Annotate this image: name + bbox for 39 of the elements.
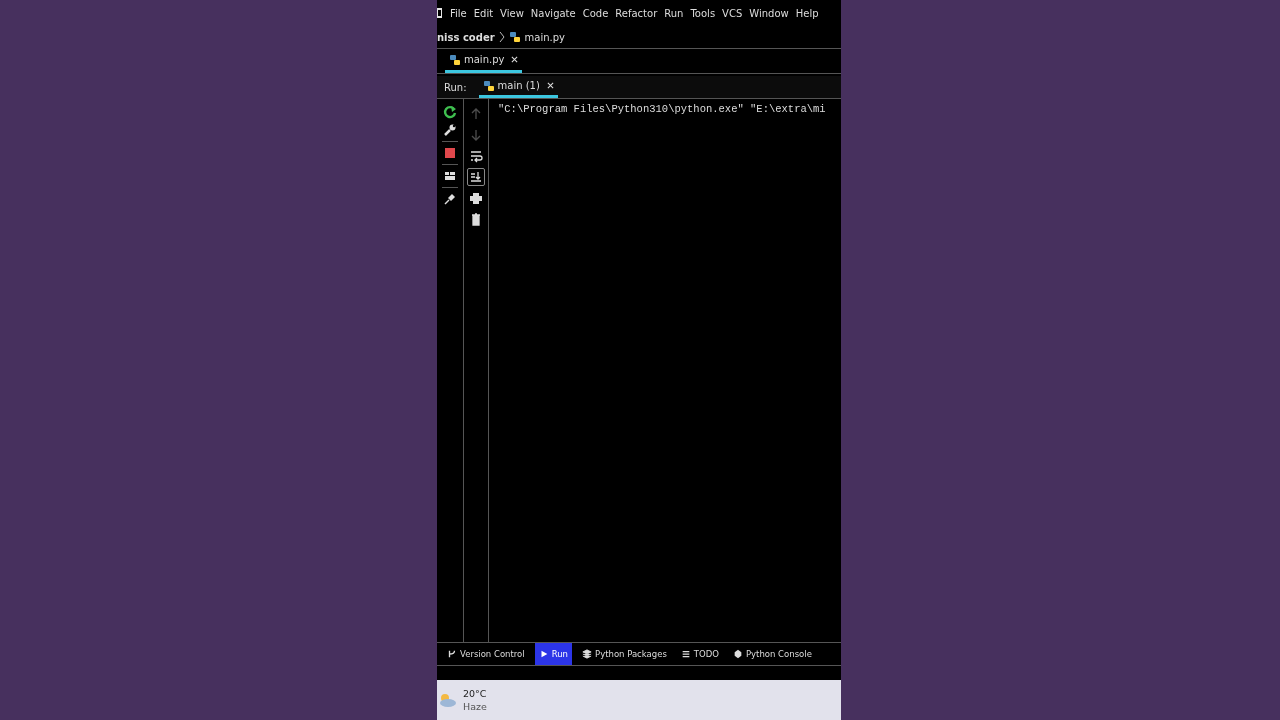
menu-item[interactable]: VCS	[722, 7, 743, 19]
chevron-icon	[498, 31, 505, 43]
layout-icon[interactable]	[443, 169, 457, 183]
editor-tab[interactable]: main.py	[445, 49, 523, 73]
wrench-icon[interactable]	[443, 123, 457, 137]
app-icon[interactable]	[437, 7, 443, 19]
menu-item[interactable]: Window	[749, 7, 789, 19]
tool-window-tab[interactable]: TODO	[676, 643, 723, 665]
console-line: "C:\Program Files\Python310\python.exe" "E:\extra\mi	[498, 103, 827, 115]
temperature: 20°C	[463, 688, 487, 699]
list-icon	[680, 649, 691, 659]
close-icon[interactable]	[511, 56, 519, 63]
menu-item[interactable]: Edit	[473, 7, 494, 19]
menu-item[interactable]: File	[450, 7, 467, 19]
menu-item[interactable]: Run	[664, 7, 684, 19]
stop-icon[interactable]	[443, 146, 457, 160]
breadcrumb-file[interactable]: main.py	[524, 31, 566, 43]
menu-item[interactable]: Refactor	[615, 7, 658, 19]
tool-window-tab[interactable]: Run	[534, 643, 572, 665]
weather-condition: Haze	[463, 701, 487, 712]
menu-item[interactable]: Navigate	[530, 7, 576, 19]
menu-item[interactable]: View	[500, 7, 524, 19]
tool-window-tab[interactable]: Version Control	[443, 643, 529, 665]
run-label: Run:	[444, 81, 467, 93]
layers-icon	[582, 649, 592, 659]
close-icon[interactable]	[546, 82, 554, 89]
menu-item[interactable]: Code	[582, 7, 609, 19]
branch-icon	[447, 649, 457, 659]
menu-item[interactable]: Tools	[690, 7, 716, 19]
console-tab[interactable]: main (1)	[478, 76, 558, 98]
tool-window-tab[interactable]: Python Packages	[578, 643, 671, 665]
breadcrumb-project[interactable]: niss coder	[437, 31, 495, 43]
python-file-icon	[449, 53, 461, 66]
rerun-icon[interactable]	[443, 105, 457, 119]
menu-item[interactable]: Help	[795, 7, 819, 19]
tool-window-tab[interactable]: Python Console	[728, 643, 816, 665]
python-file-icon	[508, 31, 521, 43]
scroll-to-end-icon[interactable]	[467, 168, 485, 186]
pin-icon[interactable]	[443, 192, 457, 206]
